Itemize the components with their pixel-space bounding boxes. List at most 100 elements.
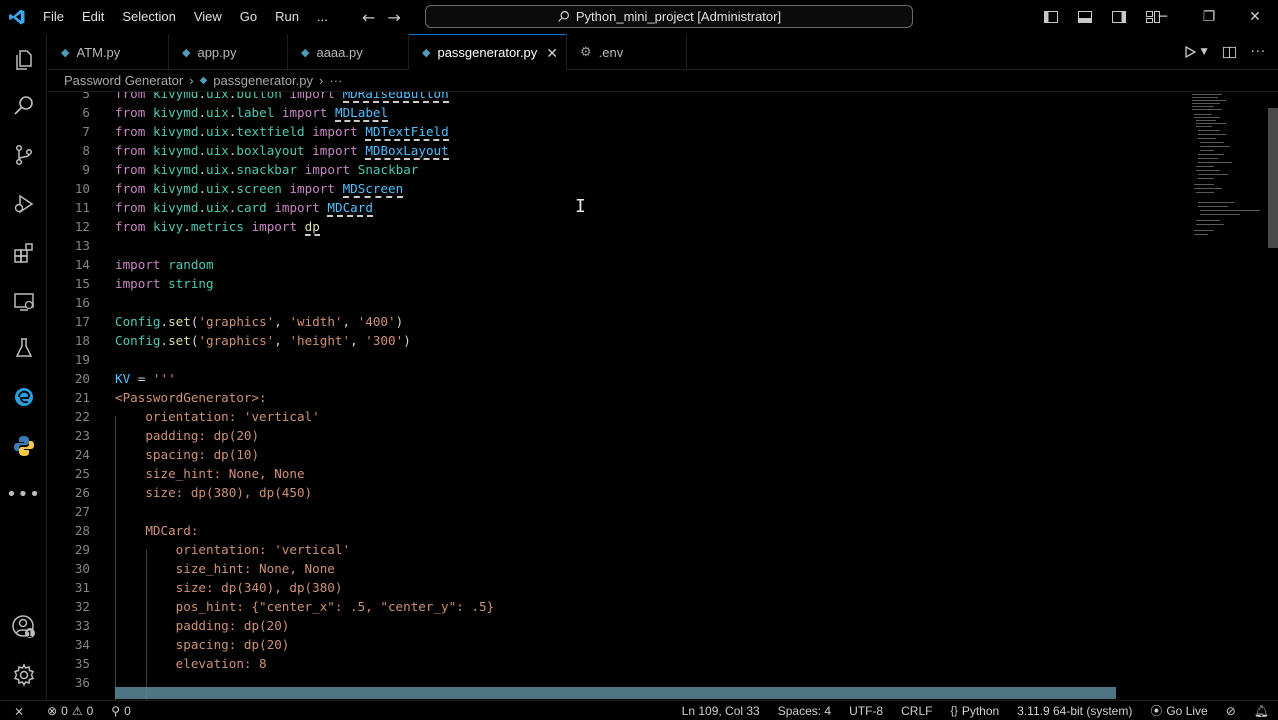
code-line[interactable]: 27 [48, 502, 1188, 521]
code-line[interactable]: 9 from kivymd.uix.snackbar import Snackba… [48, 160, 1188, 179]
go-live-button[interactable]: ⦿ Go Live [1141, 701, 1216, 720]
search-sidebar-icon[interactable] [0, 86, 47, 126]
line-code: MDCard: [115, 521, 198, 540]
code-line[interactable]: 15 import string [48, 274, 1188, 293]
code-token: button [236, 92, 282, 101]
code-line[interactable]: 22 orientation: 'vertical' [48, 407, 1188, 426]
cursor-position[interactable]: Ln 109, Col 33 [673, 701, 769, 720]
edge-browser-icon[interactable] [0, 377, 47, 417]
problems-indicator[interactable]: ⊗ 0 ⚠ 0 [38, 701, 102, 720]
indentation[interactable]: Spaces: 4 [769, 701, 840, 720]
end-of-line[interactable]: CRLF [892, 701, 941, 720]
code-line[interactable]: 21 <PasswordGenerator>: [48, 388, 1188, 407]
extensions-icon[interactable] [0, 233, 47, 273]
code-line[interactable]: 34 spacing: dp(20) [48, 635, 1188, 654]
horizontal-scrollbar[interactable] [115, 687, 1116, 699]
code-line[interactable]: 11 from kivymd.uix.card import MDCard [48, 198, 1188, 217]
close-tab-icon[interactable]: ✕ [546, 45, 558, 62]
breadcrumb-folder[interactable]: Password Generator [64, 73, 183, 88]
ports-indicator[interactable]: ⚲ 0 [102, 701, 139, 720]
close-window-icon[interactable]: ✕ [1232, 0, 1278, 34]
code-line[interactable]: 30 size_hint: None, None [48, 559, 1188, 578]
code-token: import [251, 219, 298, 234]
forward-arrow-icon[interactable]: → [387, 8, 400, 27]
code-line[interactable]: 29 orientation: 'vertical' [48, 540, 1188, 559]
code-line[interactable]: 14 import random [48, 255, 1188, 274]
encoding[interactable]: UTF-8 [840, 701, 892, 720]
split-editor-icon[interactable] [1222, 45, 1237, 60]
code-token: uix [206, 92, 229, 101]
menu-run[interactable]: Run [266, 0, 308, 34]
code-line[interactable]: 25 size_hint: None, None [48, 464, 1188, 483]
python-interpreter[interactable]: 3.11.9 64-bit (system) [1008, 701, 1141, 720]
code-line[interactable]: 26 size: dp(380), dp(450) [48, 483, 1188, 502]
code-line[interactable]: 17 Config.set('graphics', 'width', '400') [48, 312, 1188, 331]
more-views-icon[interactable]: ••• [0, 474, 47, 514]
source-control-icon[interactable] [0, 135, 47, 175]
tab-aaaa-py[interactable]: ◆ aaaa.py [288, 34, 409, 70]
code-line[interactable]: 31 size: dp(340), dp(380) [48, 578, 1188, 597]
code-line[interactable]: 35 elevation: 8 [48, 654, 1188, 673]
language-mode[interactable]: {} Python [941, 701, 1008, 720]
explorer-icon[interactable] [0, 40, 47, 80]
code-editor[interactable]: 5 from kivymd.uix.button import MDRaisedB… [48, 92, 1278, 700]
scroll-thumb[interactable] [1268, 108, 1278, 248]
code-line[interactable]: 23 padding: dp(20) [48, 426, 1188, 445]
toggle-panel-icon[interactable] [1077, 9, 1093, 25]
tab-passgenerator-py[interactable]: ◆ passgenerator.py ✕ [409, 34, 567, 70]
tab-label: app.py [197, 44, 237, 60]
restore-icon[interactable]: ❐ [1186, 0, 1232, 34]
code-line[interactable]: 33 padding: dp(20) [48, 616, 1188, 635]
menu-more[interactable]: ... [308, 0, 337, 34]
menu-go[interactable]: Go [231, 0, 266, 34]
code-token: Config [115, 333, 161, 348]
more-actions-icon[interactable]: ··· [1251, 45, 1266, 60]
code-line[interactable]: 10 from kivymd.uix.screen import MDScreen [48, 179, 1188, 198]
code-line[interactable]: 24 spacing: dp(10) [48, 445, 1188, 464]
minimize-icon[interactable]: ─ [1140, 0, 1186, 34]
code-token: = [130, 371, 153, 386]
code-line[interactable]: 6 from kivymd.uix.label import MDLabel [48, 103, 1188, 122]
menu-file[interactable]: File [34, 0, 73, 34]
code-line[interactable]: 13 [48, 236, 1188, 255]
notifications-bell-icon[interactable]: 🔔︎ [1245, 701, 1278, 720]
code-line[interactable]: 16 [48, 293, 1188, 312]
vertical-scrollbar[interactable] [1266, 92, 1278, 700]
minimap[interactable] [1190, 92, 1268, 242]
line-number: 19 [74, 352, 90, 367]
code-line[interactable]: 19 [48, 350, 1188, 369]
run-file-icon[interactable] [1183, 45, 1197, 59]
code-line[interactable]: 18 Config.set('graphics', 'height', '300'… [48, 331, 1188, 350]
code-line[interactable]: 12 from kivy.metrics import dp [48, 217, 1188, 236]
run-dropdown-chevron-icon[interactable]: ▼ [1201, 47, 1208, 57]
tab-app-py[interactable]: ◆ app.py [169, 34, 288, 70]
tab-env[interactable]: ⚙ .env [567, 34, 687, 70]
copilot-icon[interactable]: ⊘ [1217, 701, 1245, 720]
tab-atm-py[interactable]: ◆ ATM.py [48, 34, 169, 70]
toggle-secondary-sidebar-icon[interactable] [1111, 9, 1127, 25]
code-line[interactable]: 8 from kivymd.uix.boxlayout import MDBoxL… [48, 141, 1188, 160]
code-token: 'graphics' [198, 314, 275, 329]
code-line[interactable]: 32 pos_hint: {"center_x": .5, "center_y"… [48, 597, 1188, 616]
code-line[interactable]: 7 from kivymd.uix.textfield import MDText… [48, 122, 1188, 141]
code-line[interactable]: 20 KV = ''' [48, 369, 1188, 388]
command-center-search[interactable]: Python_mini_project [Administrator] [425, 5, 913, 28]
menu-edit[interactable]: Edit [73, 0, 113, 34]
remote-explorer-icon[interactable] [0, 282, 47, 322]
settings-gear-icon[interactable] [0, 655, 47, 695]
code-line[interactable]: 5 from kivymd.uix.button import MDRaisedB… [48, 92, 1188, 103]
run-debug-icon[interactable] [0, 184, 47, 224]
remote-indicator-icon[interactable]: ⨯ [0, 701, 38, 720]
accounts-icon[interactable]: 1 [0, 607, 47, 647]
testing-flask-icon[interactable] [0, 328, 47, 368]
breadcrumb-file[interactable]: passgenerator.py [213, 73, 313, 88]
code-line[interactable]: 28 MDCard: [48, 521, 1188, 540]
line-number: 9 [82, 162, 90, 177]
menu-view[interactable]: View [185, 0, 231, 34]
back-arrow-icon[interactable]: ← [362, 8, 375, 27]
menu-selection[interactable]: Selection [113, 0, 184, 34]
toggle-primary-sidebar-icon[interactable] [1043, 9, 1059, 25]
code-token: boxlayout [236, 143, 305, 158]
python-icon[interactable] [0, 426, 47, 466]
code-token: from [115, 181, 146, 196]
